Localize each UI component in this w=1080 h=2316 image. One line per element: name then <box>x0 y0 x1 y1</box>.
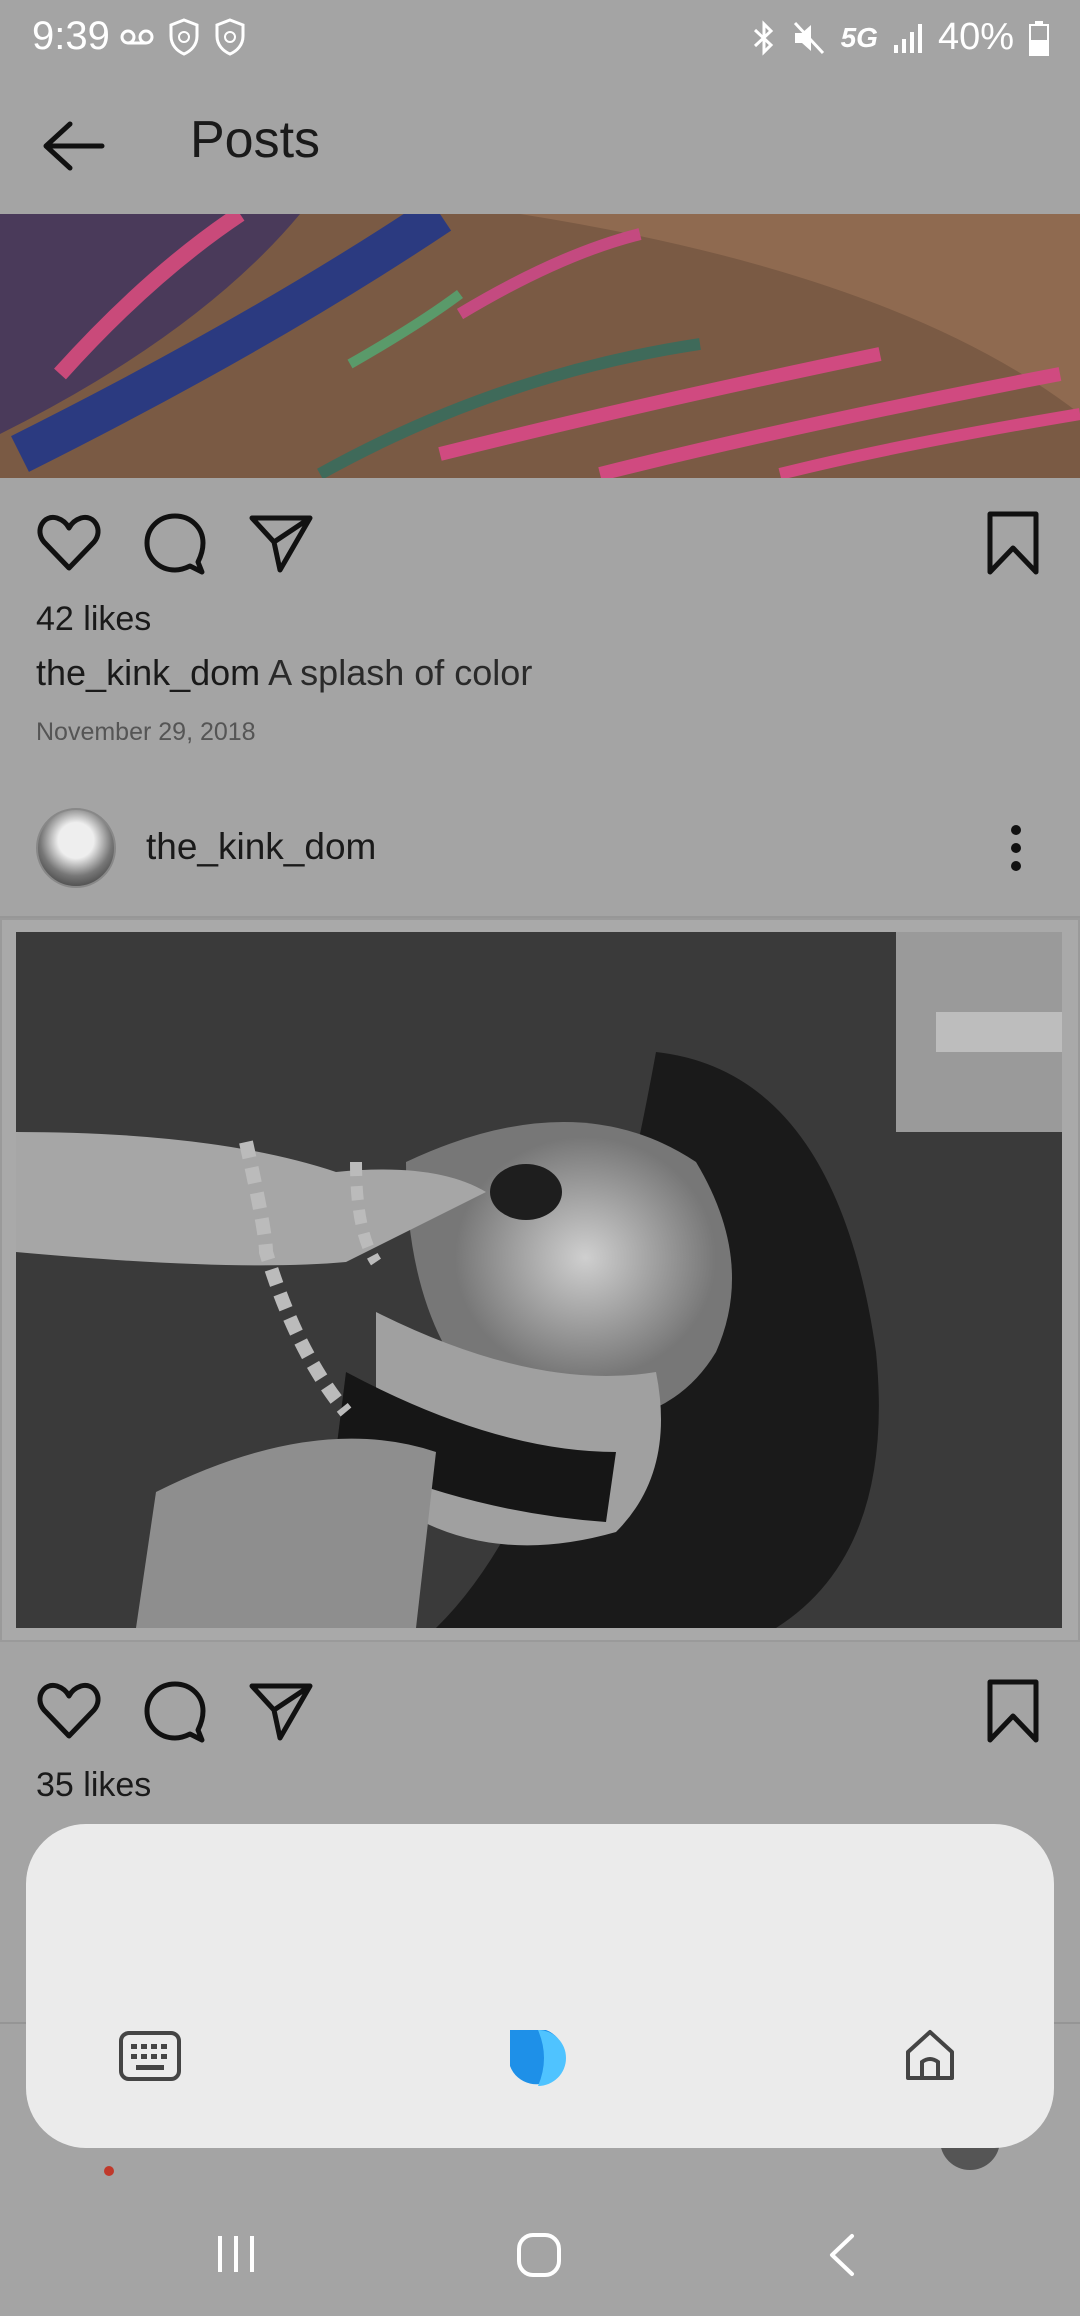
heart-icon[interactable] <box>36 1678 102 1744</box>
status-right-icons: 5G 40% <box>751 16 1050 59</box>
caption-username[interactable]: the_kink_dom <box>36 652 260 693</box>
post-caption: the_kink_dom A splash of color <box>36 652 532 694</box>
mute-icon <box>793 21 824 54</box>
post-image[interactable] <box>16 932 1062 1628</box>
send-icon[interactable] <box>248 1678 314 1744</box>
home-button-icon[interactable] <box>516 2232 562 2278</box>
battery-icon <box>1029 20 1049 56</box>
likes-count[interactable]: 42 likes <box>36 600 151 639</box>
post-image[interactable] <box>0 214 1080 478</box>
assistant-icon[interactable] <box>506 2026 570 2090</box>
shield-icon <box>215 18 245 56</box>
status-time: 9:39 <box>32 14 110 58</box>
keyboard-icon[interactable] <box>118 2030 182 2082</box>
network-type: 5G <box>840 21 878 53</box>
send-icon[interactable] <box>248 510 314 576</box>
status-left-icons <box>120 18 246 56</box>
back-button-icon[interactable] <box>824 2232 858 2278</box>
comment-icon[interactable] <box>142 510 208 576</box>
page-title: Posts <box>190 111 321 169</box>
back-arrow-icon[interactable] <box>40 118 106 174</box>
recent-apps-icon[interactable] <box>214 2232 258 2276</box>
caption-text: A splash of color <box>268 652 533 693</box>
signal-icon <box>893 23 922 53</box>
heart-icon[interactable] <box>36 510 102 576</box>
assistant-panel <box>26 1824 1054 2148</box>
system-navigation-bar <box>0 2172 1080 2316</box>
post-date: November 29, 2018 <box>36 718 256 746</box>
more-vertical-icon[interactable] <box>1004 824 1028 872</box>
status-bar: 9:39 5G 40% <box>0 0 1080 84</box>
voicemail-icon <box>120 29 154 45</box>
home-icon[interactable] <box>902 2028 958 2084</box>
shield-icon <box>169 18 199 56</box>
bookmark-icon[interactable] <box>980 510 1046 576</box>
avatar[interactable] <box>36 808 116 888</box>
likes-count[interactable]: 35 likes <box>36 1766 151 1805</box>
battery-percent: 40% <box>937 16 1014 58</box>
bluetooth-icon <box>753 19 773 56</box>
post-username[interactable]: the_kink_dom <box>146 826 376 868</box>
post-actions <box>0 504 1080 614</box>
bookmark-icon[interactable] <box>980 1678 1046 1744</box>
comment-icon[interactable] <box>142 1678 208 1744</box>
post-actions <box>0 1672 1080 1782</box>
